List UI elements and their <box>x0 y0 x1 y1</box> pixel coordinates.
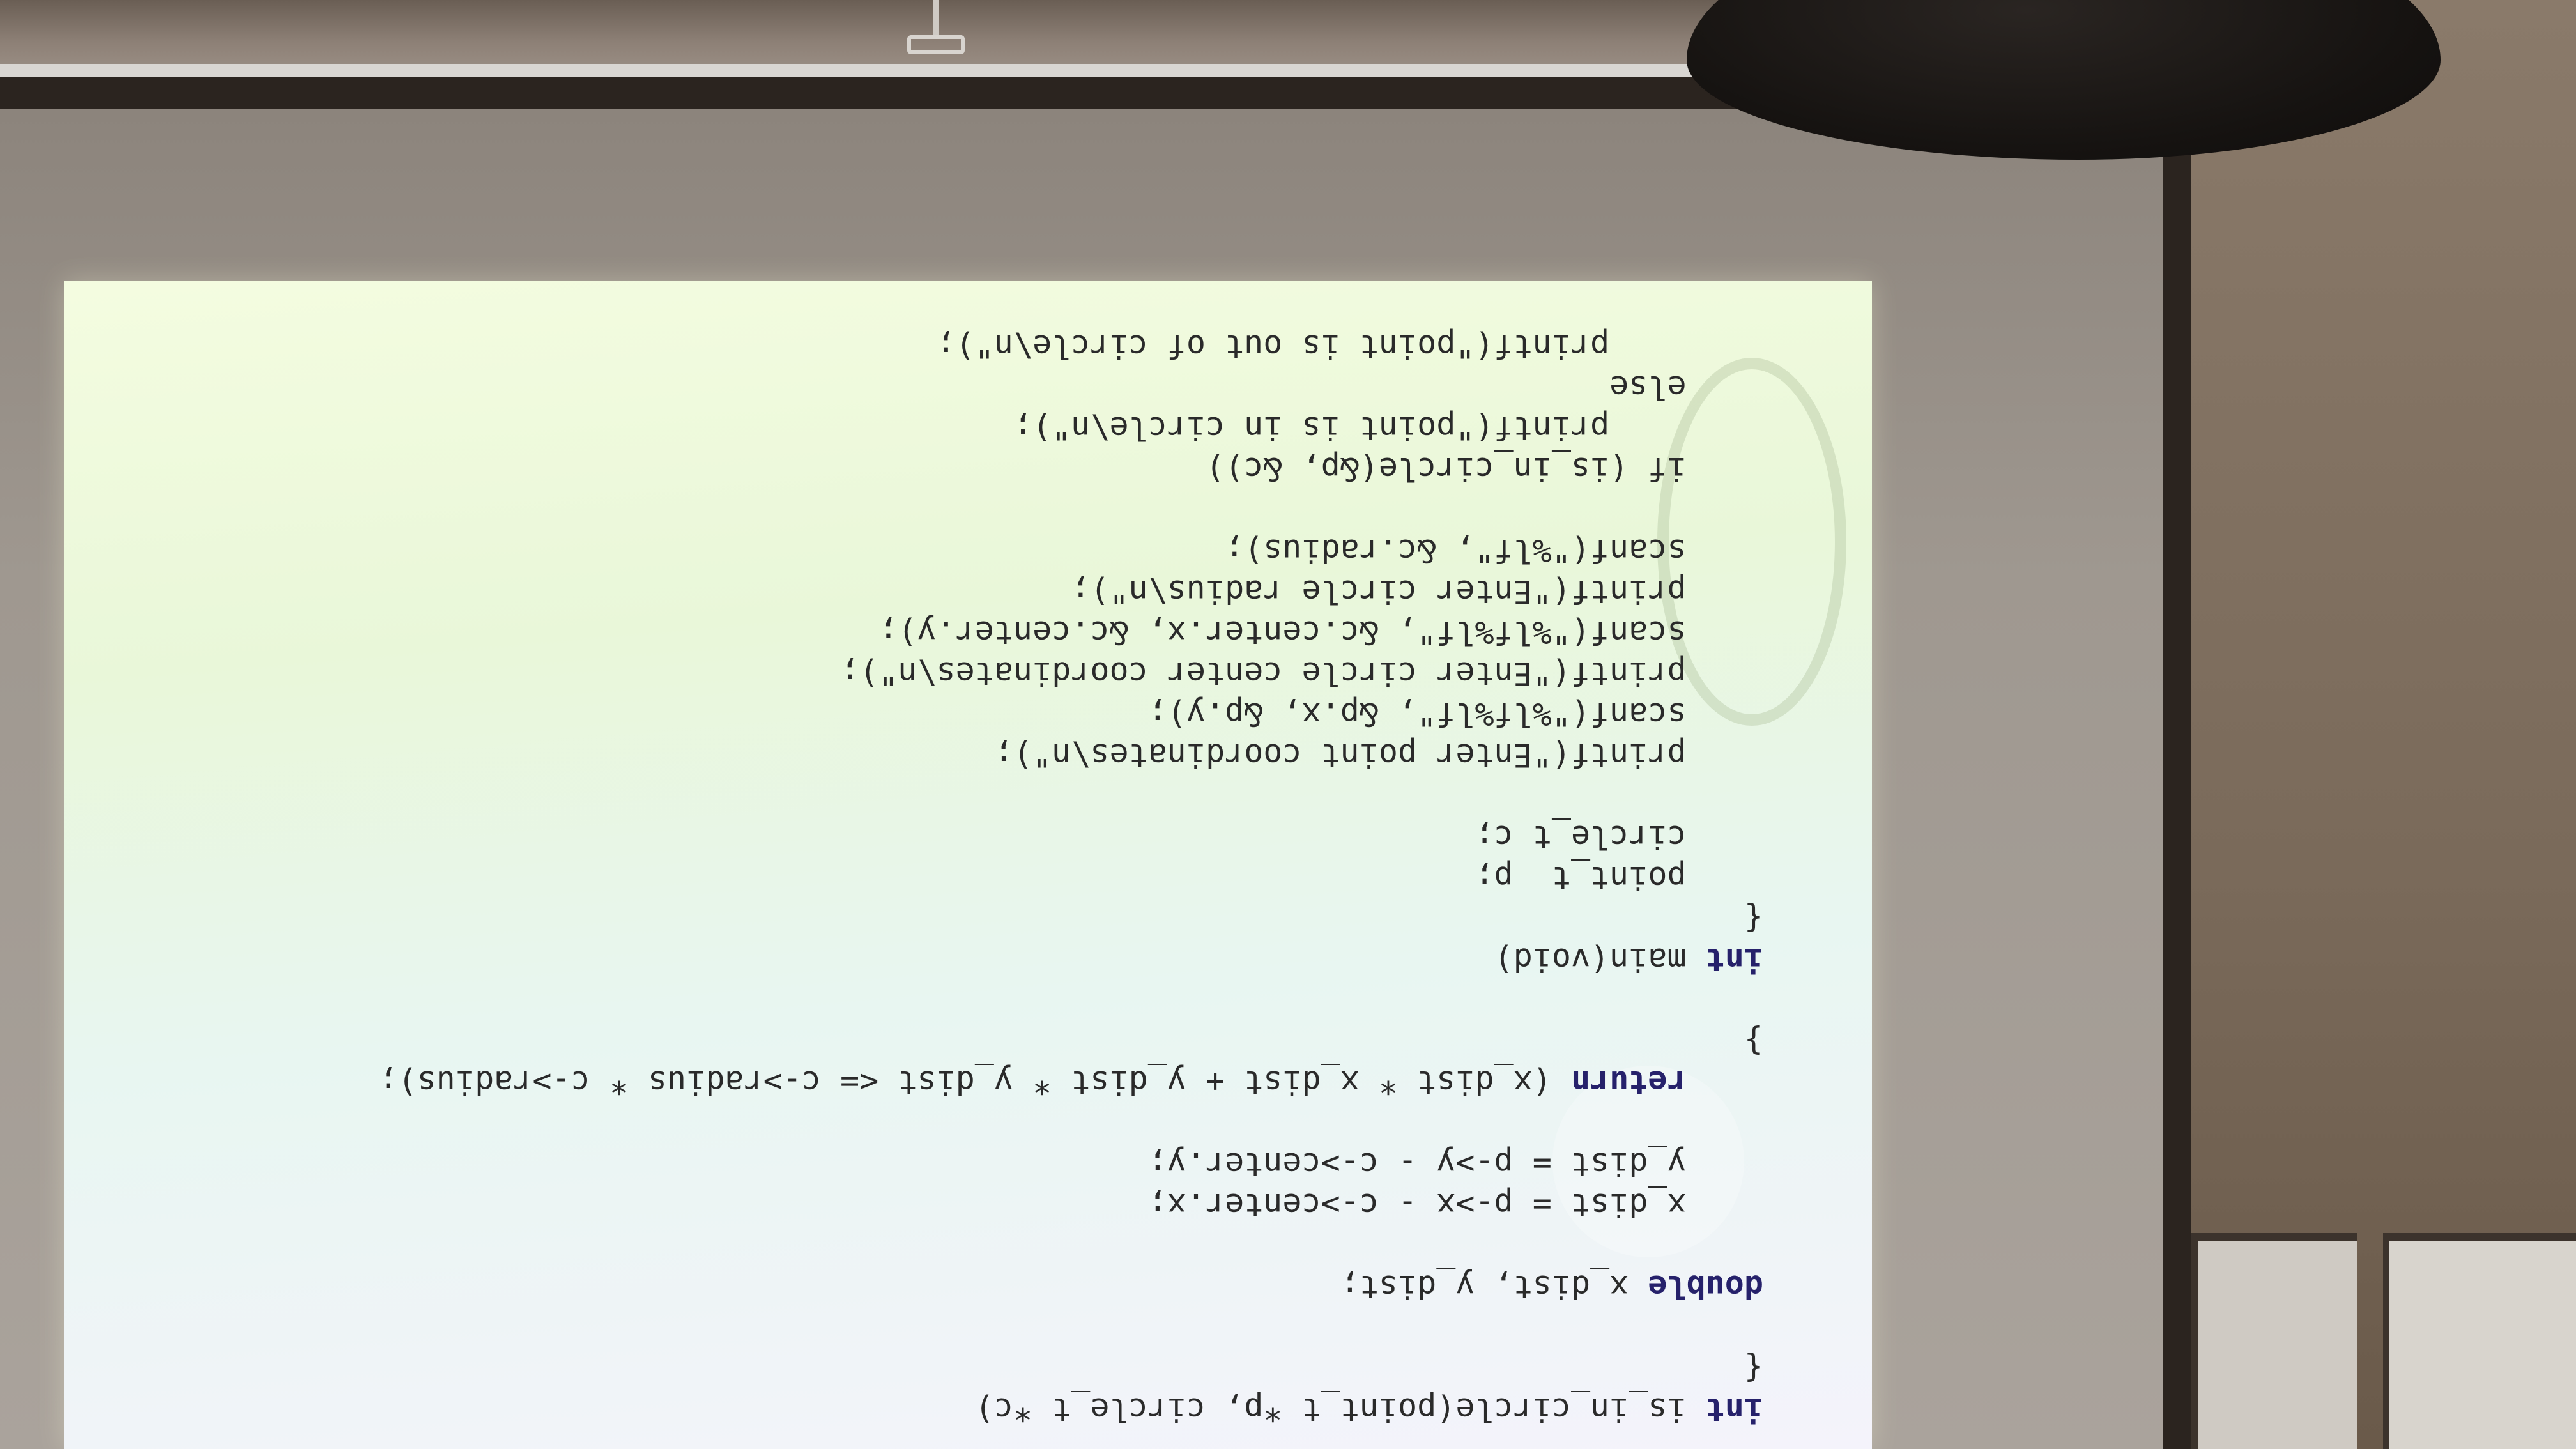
code-keyword: return <box>1570 1064 1763 1101</box>
code-text-segment: } <box>1744 1023 1763 1060</box>
code-text-segment: { <box>1744 1350 1763 1387</box>
projector-mount <box>907 0 965 61</box>
code-keyword: int <box>1705 1391 1763 1428</box>
code-keyword: int <box>1705 941 1763 978</box>
code-line: printf("point is out of circle\n"); <box>379 326 1763 367</box>
code-text: int is_in_circle(point_t *p, circle_t *c… <box>379 281 1763 1430</box>
code-line: return 0; <box>379 281 1763 285</box>
wall-panel <box>2191 1233 2358 1449</box>
code-line: else <box>379 367 1763 408</box>
code-text-segment: { <box>1744 900 1763 937</box>
code-line: int is_in_circle(point_t *p, circle_t *c… <box>379 1389 1763 1430</box>
code-text-segment: 0; <box>1514 281 1571 283</box>
code-block-upside-down: int is_in_circle(point_t *p, circle_t *c… <box>64 281 1872 1449</box>
code-text-segment: (x_dist * x_dist + y_dist * y_dist <= c-… <box>378 1064 1571 1101</box>
code-text-segment: x_dist, y_dist; <box>1340 1268 1648 1305</box>
code-line: { <box>379 898 1763 939</box>
code-text-segment: x_dist = p->x - c->center.x; <box>1147 1186 1763 1223</box>
code-line: { <box>379 1348 1763 1389</box>
code-line: circle_t c; <box>379 816 1763 857</box>
code-text-segment: printf("Enter circle radius\n"); <box>1071 573 1763 610</box>
code-text-segment: is_in_circle(point_t *p, circle_t *c) <box>974 1391 1706 1428</box>
code-text-segment: main(void) <box>1494 941 1706 978</box>
code-line <box>379 1307 1763 1348</box>
code-text-segment: y_dist = p->y - c->center.y; <box>1147 1146 1763 1183</box>
code-line: double x_dist, y_dist; <box>379 1266 1763 1307</box>
code-text-segment: scanf("%lf", &c.radius); <box>1225 532 1763 569</box>
code-line: printf("Enter circle radius\n"); <box>379 571 1763 612</box>
code-text-segment: printf("point is in circle\n"); <box>1013 410 1763 447</box>
code-text-segment: circle_t c; <box>1475 818 1763 855</box>
code-text-segment: printf("Enter circle center coordinates\… <box>840 655 1763 692</box>
code-line: scanf("%lf%lf", &p.x, &p.y); <box>379 694 1763 735</box>
code-keyword: double <box>1648 1268 1763 1305</box>
code-line: x_dist = p->x - c->center.x; <box>379 1184 1763 1225</box>
code-text-segment: printf("point is out of circle\n"); <box>936 328 1763 365</box>
code-line: y_dist = p->y - c->center.y; <box>379 1144 1763 1184</box>
code-text-segment: printf("Enter point coordinates\n"); <box>993 737 1763 774</box>
code-line: printf("point is in circle\n"); <box>379 408 1763 448</box>
code-text-segment <box>1687 1309 1763 1346</box>
right-wall <box>2191 0 2576 1449</box>
code-keyword: return <box>1571 281 1763 283</box>
code-text-segment: else <box>1609 369 1763 406</box>
code-text-segment: scanf("%lf%lf", &p.x, &p.y); <box>1147 696 1763 733</box>
code-text-segment: point_t p; <box>1475 859 1763 896</box>
code-line: scanf("%lf%lf", &c.center.x, &c.center.y… <box>379 612 1763 653</box>
code-line: printf("Enter point coordinates\n"); <box>379 735 1763 776</box>
code-line: } <box>379 1021 1763 1062</box>
code-line: return (x_dist * x_dist + y_dist * y_dis… <box>379 1062 1763 1103</box>
wall-panel <box>2383 1233 2576 1449</box>
code-text-segment: if (is_in_circle(&p, &c)) <box>1206 450 1763 487</box>
code-line: point_t p; <box>379 857 1763 898</box>
code-text-segment: scanf("%lf%lf", &c.center.x, &c.center.y… <box>878 614 1763 651</box>
code-line: scanf("%lf", &c.radius); <box>379 530 1763 571</box>
code-line: if (is_in_circle(&p, &c)) <box>379 448 1763 489</box>
code-line: printf("Enter circle center coordinates\… <box>379 653 1763 694</box>
code-line: int main(void) <box>379 939 1763 980</box>
projected-slide: int is_in_circle(point_t *p, circle_t *c… <box>64 281 1872 1449</box>
